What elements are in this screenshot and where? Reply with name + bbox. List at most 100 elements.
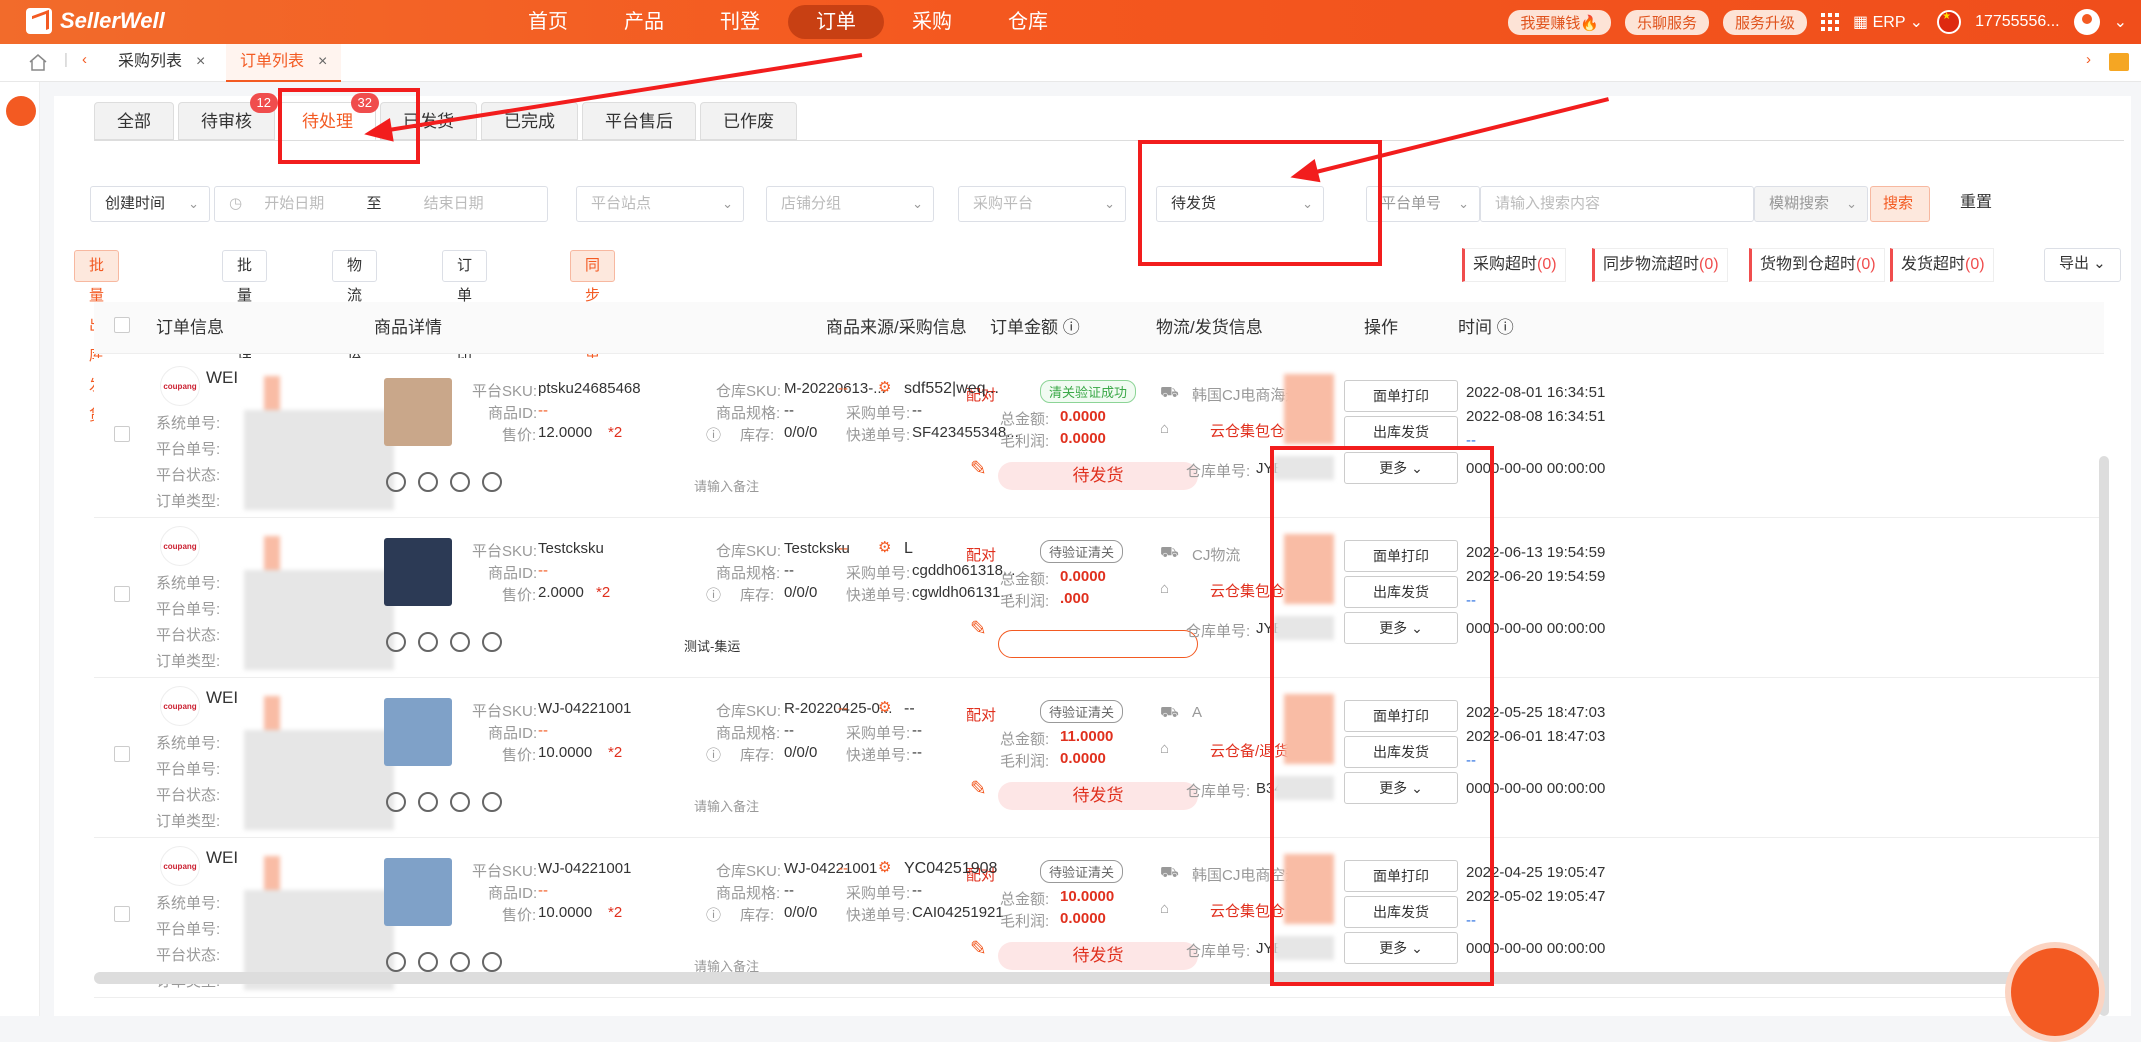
gear-icon[interactable]: ⚙ [878,698,891,716]
horizontal-scrollbar[interactable] [94,972,2104,984]
arrival-timeout-filter[interactable]: 货物到仓超时(0) [1749,248,1885,282]
outbound-button[interactable]: 出库发货 [1344,416,1458,448]
gear-icon[interactable]: ⚙ [878,378,891,396]
apps-grid-icon[interactable] [1821,13,1840,31]
goods-id: -- [538,722,548,739]
info-icon[interactable]: ⓘ [1497,318,1514,337]
product-flag-icons [386,632,502,652]
subtab-pending-review[interactable]: 待审核 12 [178,93,278,140]
price-label: 售价: [502,747,537,764]
sync-logistics-timeout-filter[interactable]: 同步物流超时(0) [1592,248,1728,282]
earn-money-button[interactable]: 我要赚钱🔥 [1508,9,1611,35]
brand-logo[interactable]: SellerWell [26,8,165,34]
close-icon[interactable]: × [318,53,327,70]
purchase-timeout-filter[interactable]: 采购超时(0) [1462,248,1566,282]
edit-icon[interactable]: ✎ [970,456,987,481]
export-button[interactable]: 导出 ⌄ [2044,248,2121,282]
nav-purchase[interactable]: 采购 [884,5,980,39]
col-amount: 订单金额 ⓘ [990,318,1080,337]
time-type-select[interactable]: 创建时间 ⌄ [90,186,210,222]
date-range-picker[interactable]: ◷ 开始日期 至 结束日期 [214,186,548,222]
search-button[interactable]: 搜索 [1870,186,1930,222]
info-icon[interactable]: ⓘ [706,584,721,605]
spec: -- [784,562,794,579]
site-select[interactable]: 平台站点 ⌄ [576,186,744,222]
edit-icon[interactable]: ✎ [970,616,987,641]
product-image[interactable] [384,378,452,446]
nav-products[interactable]: 产品 [596,5,692,39]
home-icon[interactable] [28,53,48,71]
stock: 0/0/0 [784,904,818,921]
goods-id-label: 商品ID: [488,405,538,422]
upgrade-button[interactable]: 服务升级 [1723,9,1808,35]
edit-icon[interactable]: ✎ [970,776,987,801]
print-label-button[interactable]: 面单打印 [1344,380,1458,412]
product-image[interactable] [384,698,452,766]
row-checkbox[interactable] [114,746,130,762]
status-pill[interactable] [998,630,1198,658]
order-no-type-select[interactable]: 平台单号 ⌄ [1366,186,1480,222]
chevron-right-icon[interactable]: › [2086,51,2091,68]
erp-menu[interactable]: ▦ ERP ⌄ [1853,12,1923,32]
info-icon[interactable]: ⓘ [706,744,721,765]
row-checkbox[interactable] [114,906,130,922]
order-print-button[interactable]: 订单打印 ⌄ [442,250,488,394]
end-date-input[interactable]: 结束日期 [424,195,484,212]
chevron-down-icon[interactable]: ⌄ [2114,12,2127,32]
edit-icon[interactable]: ✎ [970,936,987,961]
status-pill[interactable]: 待发货 [998,942,1198,970]
gear-icon[interactable]: ⚙ [878,858,891,876]
coupang-logo-icon: coupang [160,526,200,566]
info-icon[interactable]: ⓘ [706,424,721,445]
reset-button[interactable]: 重置 [1946,186,2006,222]
logistics-ship-button[interactable]: 物流交运 ⌄ [332,250,378,394]
nav-listing[interactable]: 刊登 [692,5,788,39]
customs-tag: 清关验证成功 [1040,380,1137,403]
subtab-aftersale[interactable]: 平台售后 [582,102,696,140]
product-image[interactable] [384,538,452,606]
remark-input[interactable]: 请输入备注 [694,796,759,815]
user-avatar-icon[interactable] [2073,9,2100,35]
status-pill[interactable]: 待发货 [998,782,1198,810]
match-link[interactable]: 配对 [966,704,996,725]
product-image[interactable] [384,858,452,926]
shop-group-select[interactable]: 店铺分组 ⌄ [766,186,934,222]
search-input[interactable]: 请输入搜索内容 [1480,186,1754,222]
quantity: *2 [608,904,623,921]
remark-input[interactable]: 测试-集运 [684,636,740,655]
tab-purchase-list[interactable]: 采购列表 × [104,44,219,82]
shop-name: WEI [206,368,239,387]
select-all-checkbox[interactable] [114,302,130,354]
nav-home[interactable]: 首页 [500,5,596,39]
row-checkbox[interactable] [114,586,130,602]
chat-service-button[interactable]: 乐聊服务 [1625,9,1710,35]
info-icon[interactable]: ⓘ [1063,318,1080,337]
gear-icon[interactable]: ⚙ [878,538,891,556]
purchase-platform-select[interactable]: 采购平台 ⌄ [958,186,1126,222]
fuzzy-search-select[interactable]: 模糊搜索 ⌄ [1754,186,1868,222]
sync-orders-button[interactable]: 同步订单 ⌄ [570,250,616,394]
floating-help-button[interactable] [2005,942,2105,1042]
close-icon[interactable]: × [196,53,205,70]
help-icon[interactable] [2109,53,2129,71]
info-icon[interactable]: ⓘ [706,904,721,925]
status-pill[interactable]: 待发货 [998,462,1198,490]
china-flag-icon[interactable] [1937,10,1962,34]
vertical-scrollbar[interactable] [2099,456,2109,1016]
subtab-all[interactable]: 全部 [94,102,174,140]
start-date-input[interactable]: 开始日期 [264,195,324,212]
nav-warehouse[interactable]: 仓库 [980,5,1076,39]
batch-process-button[interactable]: 批量处理 ⌄ [222,250,268,394]
profit-label: 毛利润: [1000,433,1050,450]
user-account[interactable]: 17755556... [1975,13,2060,31]
profit-label: 毛利润: [1000,753,1050,770]
remark-input[interactable]: 请输入备注 [694,476,759,495]
tab-order-list[interactable]: 订单列表 × [226,44,342,82]
truck-icon[interactable] [6,96,36,126]
shipping-timeout-filter[interactable]: 发货超时(0) [1890,248,1994,282]
chevron-left-icon[interactable]: ‹ [82,51,87,68]
nav-orders[interactable]: 订单 [788,5,884,39]
row-checkbox[interactable] [114,426,130,442]
batch-outbound-button[interactable]: 批量出库发货 [74,250,120,424]
subtab-voided[interactable]: 已作废 [700,102,797,140]
